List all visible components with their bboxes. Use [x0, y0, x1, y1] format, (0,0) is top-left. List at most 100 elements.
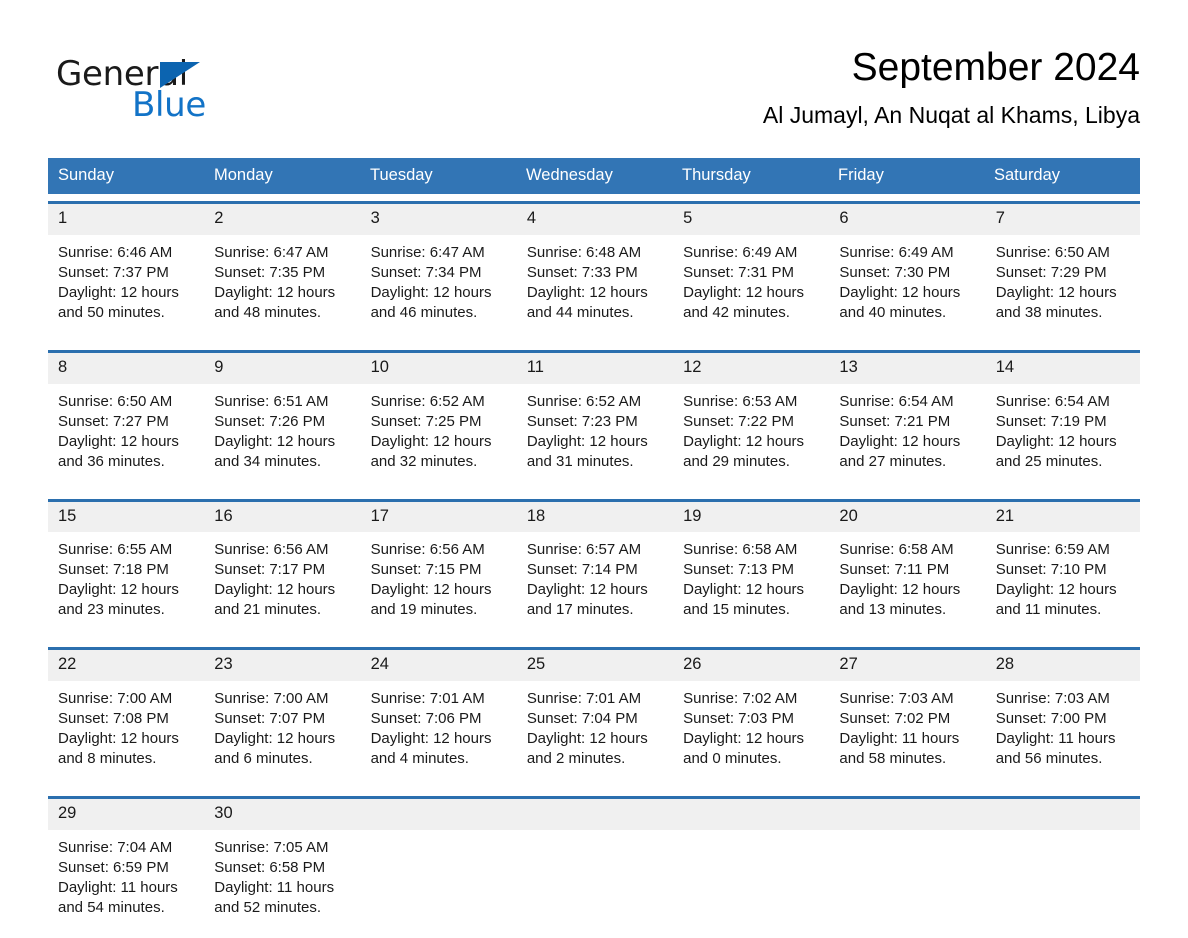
week-date-band: 8 9 10 11 12 13 14 — [48, 352, 1140, 384]
day-details: Sunrise: 6:56 AM Sunset: 7:15 PM Dayligh… — [360, 532, 515, 641]
daylight-text-line2: and 21 minutes. — [214, 601, 322, 619]
daylight-text-line2: and 46 minutes. — [370, 303, 478, 321]
sunset-text: Sunset: 6:59 PM — [58, 858, 169, 876]
day-number[interactable]: 15 — [48, 501, 203, 533]
day-details: Sunrise: 7:02 AM Sunset: 7:03 PM Dayligh… — [673, 681, 828, 790]
daylight-text-line2: and 17 minutes. — [526, 601, 634, 619]
weekday-header-monday: Monday — [214, 166, 273, 184]
daylight-text-line2: and 27 minutes. — [839, 452, 947, 470]
day-number[interactable]: 17 — [360, 501, 515, 533]
calendar-week-row: 15 16 17 18 19 20 21 Sunrise: 6:55 AM Su… — [48, 498, 1140, 641]
day-details: Sunrise: 7:01 AM Sunset: 7:04 PM Dayligh… — [516, 681, 672, 790]
day-number[interactable]: 5 — [673, 203, 828, 235]
day-details: Sunrise: 6:49 AM Sunset: 7:30 PM Dayligh… — [829, 234, 984, 343]
day-number[interactable]: 18 — [516, 501, 672, 533]
daylight-text-line1: Daylight: 12 hours — [839, 581, 961, 599]
day-number[interactable]: 12 — [673, 352, 828, 384]
daylight-text-line1: Daylight: 12 hours — [683, 730, 805, 748]
day-number[interactable]: 28 — [985, 650, 1140, 682]
day-details: Sunrise: 6:54 AM Sunset: 7:19 PM Dayligh… — [985, 383, 1140, 492]
sunrise-text: Sunrise: 6:50 AM — [995, 243, 1110, 261]
day-details: Sunrise: 6:49 AM Sunset: 7:31 PM Dayligh… — [673, 234, 828, 343]
day-number[interactable]: 24 — [360, 650, 515, 682]
day-number[interactable]: 23 — [204, 650, 359, 682]
sunrise-text: Sunrise: 7:00 AM — [214, 690, 329, 708]
sunrise-text: Sunrise: 6:55 AM — [58, 541, 173, 559]
sunset-text: Sunset: 7:10 PM — [995, 561, 1107, 579]
day-number[interactable]: 3 — [360, 203, 515, 235]
sunset-text: Sunset: 7:00 PM — [995, 710, 1107, 728]
sunset-text: Sunset: 7:34 PM — [370, 263, 482, 281]
day-number[interactable]: 20 — [829, 501, 984, 533]
week-date-band: 29 30 — [48, 799, 1140, 830]
daylight-text-line2: and 11 minutes. — [995, 601, 1102, 619]
day-number[interactable]: 26 — [673, 650, 828, 682]
sunrise-text: Sunrise: 7:01 AM — [370, 690, 485, 708]
daylight-text-line1: Daylight: 11 hours — [214, 878, 335, 896]
daylight-text-line2: and 44 minutes. — [526, 303, 634, 321]
day-number[interactable]: 19 — [673, 501, 828, 533]
day-details: Sunrise: 7:05 AM Sunset: 6:58 PM Dayligh… — [204, 829, 359, 938]
day-number[interactable]: 22 — [48, 650, 203, 682]
sunrise-text: Sunrise: 6:51 AM — [214, 392, 329, 410]
sunset-text: Sunset: 7:27 PM — [58, 412, 169, 430]
calendar-week-row: 22 23 24 25 26 27 28 Sunrise: 7:00 AM Su… — [48, 647, 1140, 790]
day-details: Sunrise: 6:47 AM Sunset: 7:34 PM Dayligh… — [360, 234, 515, 343]
day-number[interactable]: 4 — [516, 203, 672, 235]
daylight-text-line2: and 6 minutes. — [214, 750, 313, 768]
day-number[interactable]: 21 — [985, 501, 1140, 533]
week-detail-band: Sunrise: 6:55 AM Sunset: 7:18 PM Dayligh… — [48, 532, 1140, 641]
sunset-text: Sunset: 6:58 PM — [214, 858, 326, 876]
daylight-text-line1: Daylight: 12 hours — [58, 581, 179, 599]
daylight-text-line2: and 50 minutes. — [58, 303, 165, 321]
day-number[interactable]: 6 — [829, 203, 984, 235]
sunrise-text: Sunrise: 7:05 AM — [214, 838, 329, 856]
day-number[interactable]: 8 — [48, 352, 203, 384]
sunrise-text: Sunrise: 6:54 AM — [995, 392, 1110, 410]
day-number[interactable]: 16 — [204, 501, 359, 533]
week-detail-band: Sunrise: 7:04 AM Sunset: 6:59 PM Dayligh… — [48, 829, 1140, 938]
sunset-text: Sunset: 7:08 PM — [58, 710, 169, 728]
day-number[interactable]: 9 — [204, 352, 359, 384]
day-details: Sunrise: 6:50 AM Sunset: 7:29 PM Dayligh… — [985, 234, 1140, 343]
general-blue-logo[interactable]: General Blue — [56, 44, 266, 122]
day-details-empty — [360, 829, 515, 938]
daylight-text-line2: and 23 minutes. — [58, 601, 165, 619]
day-number-empty — [829, 799, 984, 830]
daylight-text-line2: and 31 minutes. — [526, 452, 634, 470]
day-number[interactable]: 27 — [829, 650, 984, 682]
daylight-text-line1: Daylight: 12 hours — [995, 432, 1117, 450]
day-number[interactable]: 30 — [204, 799, 359, 830]
day-number[interactable]: 25 — [516, 650, 672, 682]
day-number[interactable]: 10 — [360, 352, 515, 384]
daylight-text-line2: and 38 minutes. — [995, 303, 1103, 321]
week-date-band: 1 2 3 4 5 6 7 — [48, 203, 1140, 235]
calendar-week-row: 1 2 3 4 5 6 7 Sunrise: 6:46 AM Sunset: 7… — [48, 200, 1140, 343]
sunset-text: Sunset: 7:29 PM — [995, 263, 1107, 281]
daylight-text-line1: Daylight: 12 hours — [58, 432, 179, 450]
day-number-empty — [516, 799, 672, 830]
sunset-text: Sunset: 7:21 PM — [839, 412, 951, 430]
daylight-text-line2: and 29 minutes. — [683, 452, 790, 470]
daylight-text-line1: Daylight: 12 hours — [370, 730, 492, 748]
daylight-text-line1: Daylight: 11 hours — [995, 730, 1116, 748]
week-date-band: 22 23 24 25 26 27 28 — [48, 650, 1140, 682]
day-number[interactable]: 7 — [985, 203, 1140, 235]
weekday-header-tuesday: Tuesday — [370, 166, 433, 184]
day-details: Sunrise: 6:58 AM Sunset: 7:13 PM Dayligh… — [673, 532, 828, 641]
day-number[interactable]: 13 — [829, 352, 984, 384]
day-number[interactable]: 29 — [48, 799, 203, 830]
calendar-week-row: 29 30 Sunrise: 7:04 AM Sunset: 6:59 PM D… — [48, 796, 1140, 938]
weekday-header-row: Sunday Monday Tuesday Wednesday Thursday… — [48, 158, 1140, 194]
day-number[interactable]: 2 — [204, 203, 359, 235]
day-details: Sunrise: 7:03 AM Sunset: 7:00 PM Dayligh… — [985, 681, 1140, 790]
day-number[interactable]: 1 — [48, 203, 203, 235]
daylight-text-line1: Daylight: 12 hours — [526, 432, 648, 450]
daylight-text-line2: and 2 minutes. — [526, 750, 626, 768]
daylight-text-line1: Daylight: 12 hours — [683, 283, 805, 301]
sunrise-text: Sunrise: 6:57 AM — [526, 541, 642, 559]
sunset-text: Sunset: 7:31 PM — [683, 263, 795, 281]
daylight-text-line1: Daylight: 12 hours — [370, 432, 492, 450]
day-number[interactable]: 14 — [985, 352, 1140, 384]
day-number[interactable]: 11 — [516, 352, 672, 384]
